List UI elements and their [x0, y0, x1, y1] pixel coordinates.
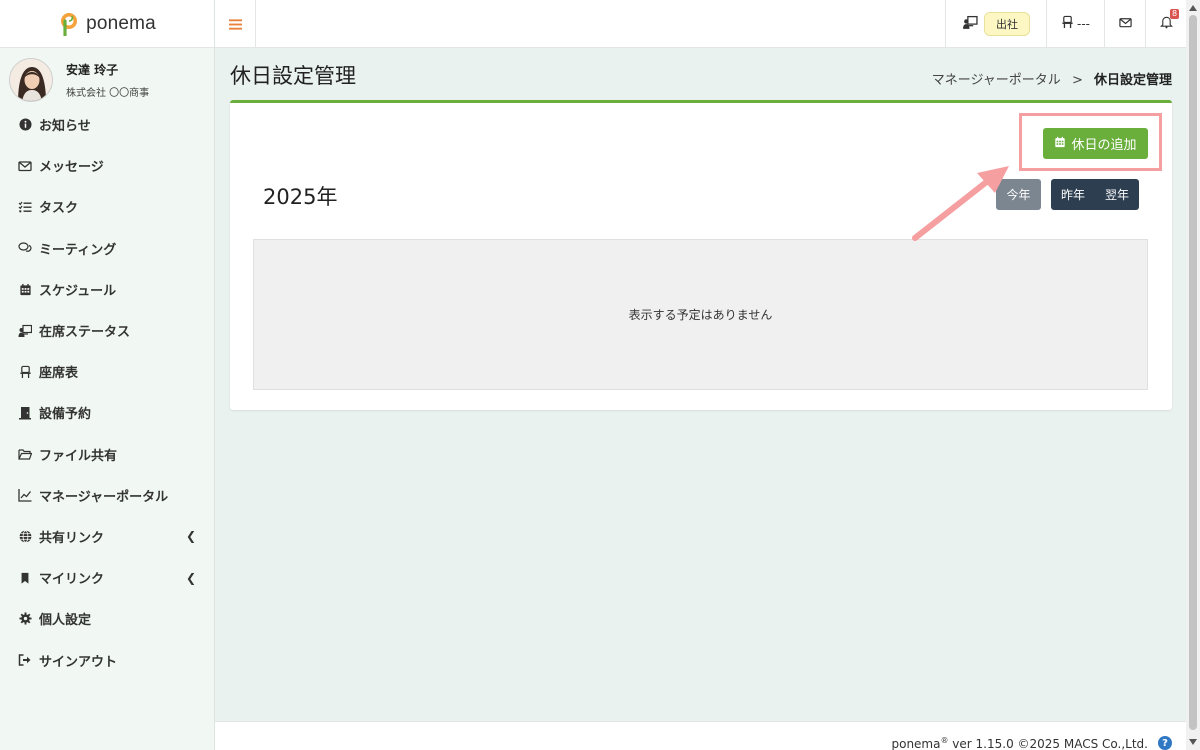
chair-icon: [1061, 15, 1074, 33]
sidebar-item-label: 座席表: [39, 366, 79, 382]
globe-icon: [18, 529, 32, 543]
sidebar-item-meetings[interactable]: ミーティング: [0, 228, 214, 269]
seat-button[interactable]: ---: [1046, 0, 1104, 48]
breadcrumb-separator: >: [1071, 73, 1083, 88]
empty-message: 表示する予定はありません: [628, 308, 773, 322]
sidebar-item-sign-out[interactable]: サインアウト: [0, 639, 214, 680]
bookmark-icon: [18, 571, 32, 585]
holiday-card: 休日の追加 2025年 今年 昨年 翌年 表示する予定はありません: [230, 100, 1172, 410]
annotation-arrow: [912, 166, 1009, 241]
info-circle-icon: [18, 118, 32, 132]
scroll-down-arrow-icon[interactable]: [1189, 739, 1197, 745]
footer: ponema® ver 1.15.0 ©2025 MACS Co.,Ltd. ?: [215, 721, 1186, 750]
sidebar-item-label: マイリンク: [39, 572, 105, 588]
sidebar-item-label: タスク: [39, 201, 79, 217]
user-profile[interactable]: 安達 玲子 株式会社 〇〇商事: [0, 52, 214, 108]
sidebar-item-label: 共有リンク: [39, 530, 105, 546]
sidebar-item-label: サインアウト: [39, 654, 118, 670]
year-label: 2025年: [263, 185, 338, 209]
sidebar-item-file-share[interactable]: ファイル共有: [0, 434, 214, 475]
add-holiday-label: 休日の追加: [1071, 138, 1137, 153]
next-year-button[interactable]: 翌年: [1095, 179, 1139, 210]
scrollbar[interactable]: [1186, 0, 1200, 750]
footer-product: ponema: [891, 737, 941, 750]
sidebar-item-presence[interactable]: 在席ステータス: [0, 310, 214, 351]
sidebar-item-label: メッセージ: [39, 160, 104, 176]
sidebar: ponema 安達 玲子 株式会社 〇〇商事 お知らせ メッセージ タスク ミー…: [0, 0, 215, 750]
comments-icon: [18, 241, 32, 255]
chart-line-icon: [18, 488, 32, 502]
chevron-left-icon: ❮: [185, 529, 196, 544]
scroll-up-arrow-icon[interactable]: [1189, 5, 1197, 11]
sidebar-item-facility[interactable]: 設備予約: [0, 392, 214, 433]
sidebar-item-label: スケジュール: [39, 283, 117, 299]
calendar-icon: [1054, 136, 1066, 152]
sidebar-item-seating[interactable]: 座席表: [0, 351, 214, 392]
sidebar-item-label: 個人設定: [39, 613, 92, 629]
year-nav-group: 昨年 翌年: [1051, 179, 1139, 210]
sidebar-item-my-links[interactable]: マイリンク ❮: [0, 557, 214, 598]
list-check-icon: [18, 200, 32, 214]
envelope-icon: [18, 159, 32, 173]
sidebar-nav: お知らせ メッセージ タスク ミーティング スケジュール 在席ステータス 座席表…: [0, 104, 214, 681]
sidebar-item-messages[interactable]: メッセージ: [0, 145, 214, 186]
envelope-icon: [1118, 16, 1132, 33]
hamburger-menu-icon[interactable]: [215, 0, 256, 48]
breadcrumb: マネージャーポータル > 休日設定管理: [932, 69, 1172, 88]
add-holiday-button[interactable]: 休日の追加: [1043, 128, 1148, 159]
avatar: [9, 58, 53, 102]
top-bar: 出社 --- 8: [215, 0, 1186, 48]
scroll-thumb[interactable]: [1189, 15, 1197, 730]
app-logo-text: ponema: [86, 12, 156, 34]
presence-icon: [18, 324, 32, 338]
prev-year-button[interactable]: 昨年: [1051, 179, 1095, 210]
sidebar-item-schedule[interactable]: スケジュール: [0, 269, 214, 310]
door-icon: [18, 406, 32, 420]
empty-schedule-panel: 表示する予定はありません: [253, 239, 1148, 390]
sidebar-item-label: 設備予約: [39, 407, 92, 423]
seat-value: ---: [1077, 17, 1090, 31]
gear-icon: [18, 612, 32, 626]
ponema-logo-icon: [61, 12, 78, 36]
sidebar-item-personal-settings[interactable]: 個人設定: [0, 598, 214, 639]
app-logo[interactable]: ponema: [0, 0, 214, 48]
notification-count-badge: 8: [1170, 9, 1180, 19]
sidebar-item-notices[interactable]: お知らせ: [0, 104, 214, 145]
user-company: 株式会社 〇〇商事: [66, 88, 150, 99]
messages-button[interactable]: [1104, 0, 1145, 48]
presence-status-button[interactable]: 出社: [945, 0, 1046, 48]
status-badge: 出社: [984, 12, 1030, 36]
sidebar-item-manager-portal[interactable]: マネージャーポータル: [0, 475, 214, 516]
user-name: 安達 玲子: [66, 63, 119, 77]
sign-out-icon: [18, 653, 32, 667]
sidebar-item-label: ファイル共有: [39, 448, 118, 464]
breadcrumb-current: 休日設定管理: [1093, 73, 1172, 88]
page-title: 休日設定管理: [230, 64, 356, 88]
sidebar-item-shared-links[interactable]: 共有リンク ❮: [0, 516, 214, 557]
presence-icon: [962, 15, 978, 34]
calendar-icon: [18, 282, 32, 296]
footer-copyright: ponema® ver 1.15.0 ©2025 MACS Co.,Ltd.: [891, 736, 1148, 750]
help-icon[interactable]: ?: [1158, 736, 1172, 750]
sidebar-item-label: 在席ステータス: [39, 325, 131, 341]
folder-open-icon: [18, 447, 32, 461]
sidebar-item-label: マネージャーポータル: [39, 489, 169, 505]
sidebar-item-label: お知らせ: [39, 119, 91, 135]
chevron-left-icon: ❮: [185, 570, 196, 585]
sidebar-item-tasks[interactable]: タスク: [0, 186, 214, 227]
footer-version: ver 1.15.0 ©2025 MACS Co.,Ltd.: [948, 737, 1148, 750]
breadcrumb-parent-link[interactable]: マネージャーポータル: [932, 73, 1061, 88]
sidebar-item-label: ミーティング: [39, 242, 117, 258]
notifications-button[interactable]: 8: [1145, 0, 1186, 48]
chair-icon: [18, 365, 32, 379]
